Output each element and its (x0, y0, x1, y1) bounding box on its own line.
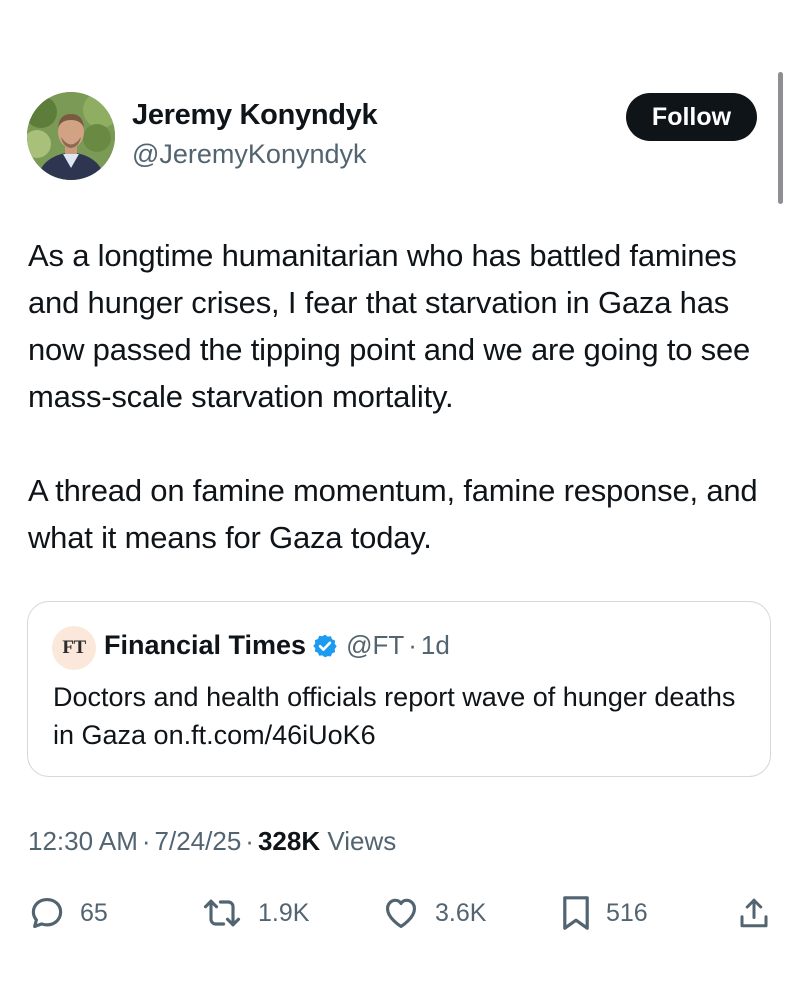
author-name[interactable]: Jeremy Konyndyk (132, 99, 378, 132)
heart-icon (385, 898, 417, 929)
separator-dot: · (408, 630, 417, 660)
quoted-tweet-time: 1d (420, 630, 450, 660)
quoted-tweet-text: Doctors and health officials report wave… (53, 682, 736, 750)
ft-avatar: FT (52, 626, 96, 670)
separator-dot: · (245, 826, 254, 856)
tweet-date[interactable]: 7/24/25 (155, 826, 242, 856)
tweet-paragraph: A thread on famine momentum, famine resp… (28, 473, 758, 555)
follow-button[interactable]: Follow (626, 93, 757, 141)
verified-badge-icon (313, 634, 337, 657)
tweet-paragraph: As a longtime humanitarian who has battl… (28, 238, 751, 414)
separator-dot: · (141, 826, 151, 856)
repost-count: 1.9K (258, 898, 310, 927)
like-count: 3.6K (435, 898, 487, 927)
tweet-detail-page: Jeremy Konyndyk @JeremyKonyndyk Follow A… (0, 0, 800, 1000)
reply-count: 65 (80, 898, 108, 927)
share-button[interactable] (736, 893, 772, 933)
views-count: 328K (257, 826, 321, 856)
views-label: Views (327, 826, 397, 856)
repost-icon (203, 899, 241, 927)
bookmark-icon (563, 896, 589, 930)
tweet-text: As a longtime humanitarian who has battl… (28, 232, 788, 561)
share-icon (740, 898, 768, 928)
tweet-time[interactable]: 12:30 AM (28, 826, 138, 856)
bookmark-button[interactable]: 516 (560, 893, 648, 933)
reply-button[interactable]: 65 (28, 893, 108, 933)
tweet-meta: 12:30 AM · 7/24/25 · 328K Views (28, 826, 396, 857)
repost-button[interactable]: 1.9K (200, 893, 309, 933)
scrollbar[interactable] (778, 72, 783, 204)
bookmark-count: 516 (606, 898, 648, 927)
reply-icon (31, 897, 63, 929)
author-handle[interactable]: @JeremyKonyndyk (132, 139, 367, 170)
quoted-tweet-header: Financial Times @FT · 1d (104, 630, 450, 661)
avatar-photo (27, 92, 115, 180)
author-avatar[interactable] (27, 92, 115, 180)
quoted-tweet-card[interactable]: FT Financial Times @FT · 1d Doctors and … (27, 601, 771, 777)
like-button[interactable]: 3.6K (381, 893, 486, 933)
quoted-author-name: Financial Times (104, 630, 307, 660)
quoted-author-handle: @FT (346, 630, 405, 660)
